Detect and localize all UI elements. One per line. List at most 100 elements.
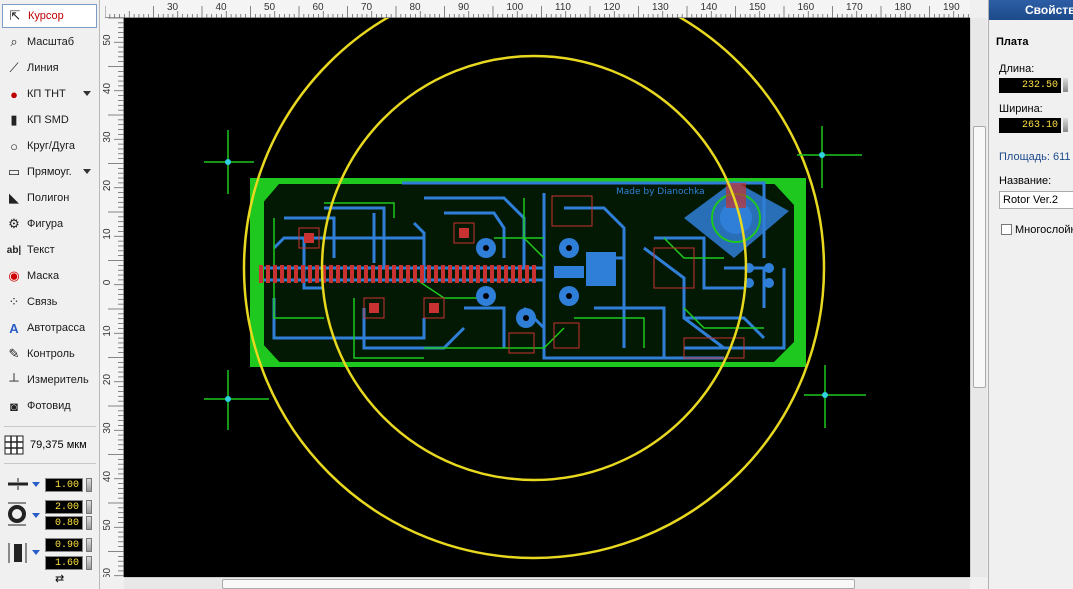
ruler-label: 140 xyxy=(701,2,718,13)
tool-mask[interactable]: ◉ Маска xyxy=(2,264,97,288)
ruler-label: 40 xyxy=(216,2,228,13)
smd-width-spinner[interactable] xyxy=(86,538,92,552)
ruler-label: 30 xyxy=(167,2,179,13)
grid-setting[interactable]: 79,375 мкм xyxy=(4,433,96,457)
length-spinner[interactable] xyxy=(1063,78,1068,92)
ruler-label: 80 xyxy=(410,2,422,13)
header-pin xyxy=(441,265,445,283)
ruler-label: 60 xyxy=(102,568,113,577)
ruler-label: 10 xyxy=(102,325,113,337)
length-field[interactable]: 232.50 xyxy=(999,78,1061,93)
tool-text[interactable]: ab| Текст xyxy=(2,238,97,262)
header-pin xyxy=(511,265,515,283)
zoom-icon: ⌕ xyxy=(10,34,18,49)
tool-autoroute[interactable]: A Автотрасса xyxy=(2,316,97,340)
horizontal-scroll-thumb[interactable] xyxy=(222,579,855,589)
properties-header: Свойства xyxy=(989,0,1073,20)
header-pin xyxy=(343,265,347,283)
line-icon: ⟋ xyxy=(9,60,19,75)
header-pin xyxy=(497,265,501,283)
dropdown-arrow-icon[interactable] xyxy=(32,513,40,518)
tool-tht-pad[interactable]: ● КП ТНТ xyxy=(2,82,97,106)
tool-polygon[interactable]: ◣ Полигон xyxy=(2,186,97,210)
header-pin xyxy=(399,265,403,283)
ruler-label: 130 xyxy=(652,2,669,13)
pcb-canvas[interactable]: Made by Dianochka xyxy=(124,18,970,577)
tool-photo-view[interactable]: ◙ Фотовид xyxy=(2,394,97,418)
ruler-label: 30 xyxy=(102,422,113,434)
tool-smd-pad[interactable]: ▮ КП SMD xyxy=(2,108,97,132)
header-pin xyxy=(266,265,270,283)
smd-width-field[interactable]: 0.90 xyxy=(45,538,83,552)
header-pin xyxy=(462,265,466,283)
section-title: Плата xyxy=(996,36,1029,48)
header-pin xyxy=(406,265,410,283)
track-width-field[interactable]: 1.00 xyxy=(45,478,83,492)
measure-icon: ┴ xyxy=(9,372,19,388)
multilayer-checkbox[interactable] xyxy=(1001,224,1012,235)
tool-label: Текст xyxy=(27,244,55,256)
ruler-label: 50 xyxy=(264,2,276,13)
ruler-label: 40 xyxy=(102,471,113,483)
smd-height-spinner[interactable] xyxy=(86,556,92,570)
dropdown-arrow-icon[interactable] xyxy=(83,91,91,96)
ruler-label: 110 xyxy=(555,2,571,13)
width-spinner[interactable] xyxy=(1063,118,1068,132)
header-pin xyxy=(350,265,354,283)
tool-label: Прямоуг. xyxy=(27,166,72,178)
header-pin xyxy=(504,265,508,283)
board-name-input[interactable]: Rotor Ver.2 xyxy=(999,191,1073,209)
pad-inner-spinner[interactable] xyxy=(86,516,92,530)
tool-label: Масштаб xyxy=(27,36,75,48)
tool-label: Линия xyxy=(27,62,59,74)
tool-connection[interactable]: ⁘ Связь xyxy=(2,290,97,314)
header-pin xyxy=(329,265,333,283)
header-pin xyxy=(448,265,452,283)
tool-label: Маска xyxy=(27,270,60,282)
tool-control[interactable]: ✎ Контроль xyxy=(2,342,97,366)
ruler-label: 0 xyxy=(102,279,113,285)
pad-size-icon xyxy=(8,502,26,526)
header-pin xyxy=(357,265,361,283)
tool-zoom[interactable]: ⌕ Масштаб xyxy=(2,30,97,54)
ruler-label: 20 xyxy=(102,180,113,192)
ic-pad-block xyxy=(554,266,584,278)
pcb-drawing: Made by Dianochka xyxy=(204,18,866,560)
tool-label: Связь xyxy=(27,296,58,308)
dropdown-arrow-icon[interactable] xyxy=(32,550,40,555)
pad-outer-spinner[interactable] xyxy=(86,500,92,514)
track-width-spinner[interactable] xyxy=(86,478,92,492)
tool-rectangle[interactable]: ▭ Прямоуг. xyxy=(2,160,97,184)
tool-label: Круг/Дуга xyxy=(27,140,76,152)
sprint-layout-window: ⇱ Курсор ⌕ Масштаб ⟋ Линия ● КП ТНТ ▮ КП… xyxy=(0,0,1073,589)
vertical-scroll-thumb[interactable] xyxy=(973,126,986,388)
ruler-label: 50 xyxy=(102,519,113,531)
smd-height-field[interactable]: 1.60 xyxy=(45,556,83,570)
connection-icon: ⁘ xyxy=(8,294,20,309)
grid-icon xyxy=(4,435,24,455)
tool-circle[interactable]: ○ Круг/Дуга xyxy=(2,134,97,158)
header-pin xyxy=(427,265,431,283)
dropdown-arrow-icon[interactable] xyxy=(83,169,91,174)
autoroute-icon: A xyxy=(9,320,19,336)
tool-label: Курсор xyxy=(28,10,64,22)
tool-line[interactable]: ⟋ Линия xyxy=(2,56,97,80)
grid-size-label: 79,375 мкм xyxy=(30,439,87,451)
header-pin xyxy=(315,265,319,283)
header-pin xyxy=(280,265,284,283)
horizontal-scrollbar[interactable] xyxy=(124,577,970,589)
swap-icon[interactable]: ⇄ xyxy=(55,572,64,585)
pad-inner-field[interactable]: 0.80 xyxy=(45,516,83,530)
tool-measure[interactable]: ┴ Измеритель xyxy=(2,368,97,392)
smd-pad-icon: ▮ xyxy=(10,112,18,127)
dropdown-arrow-icon[interactable] xyxy=(32,482,40,487)
pad-outer-field[interactable]: 2.00 xyxy=(45,500,83,514)
vertical-scrollbar[interactable] xyxy=(970,18,987,577)
tool-shape[interactable]: ⚙ Фигура xyxy=(2,212,97,236)
header-pin xyxy=(259,265,263,283)
header-pin xyxy=(490,265,494,283)
tool-cursor[interactable]: ⇱ Курсор xyxy=(2,4,97,28)
tht-pad-icon: ● xyxy=(10,86,18,102)
width-field[interactable]: 263.10 xyxy=(999,118,1061,133)
header-pin xyxy=(385,265,389,283)
